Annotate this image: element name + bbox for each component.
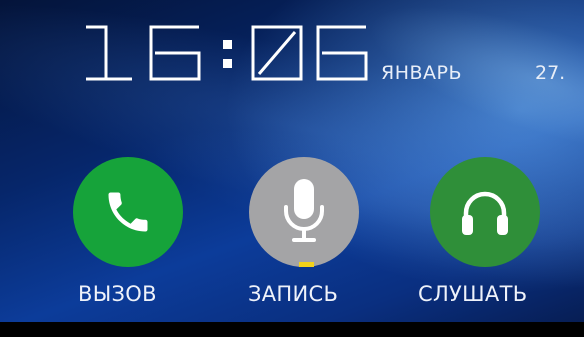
record-label: ЗАПИСЬ	[248, 282, 339, 306]
clock	[80, 22, 372, 84]
listen-button[interactable]	[430, 157, 540, 267]
intercom-screen: ЯНВАРЬ 27. ВЫЗОВ ЗАПИСЬ СЛУШАТЬ	[0, 0, 584, 337]
selection-indicator	[299, 262, 314, 267]
clock-colon	[223, 40, 232, 68]
microphone-icon	[284, 179, 324, 242]
clock-minute-tens-digit	[251, 25, 303, 81]
clock-hour-tens-digit	[86, 25, 132, 81]
clock-minute-ones-digit	[316, 25, 368, 81]
headphones-icon	[462, 191, 508, 235]
date-day: 27.	[535, 62, 566, 84]
clock-hour-ones-digit	[149, 25, 201, 81]
listen-label: СЛУШАТЬ	[418, 282, 528, 306]
phone-icon	[108, 192, 148, 232]
call-button[interactable]	[73, 157, 183, 267]
bottom-border	[0, 322, 584, 337]
call-label: ВЫЗОВ	[78, 282, 157, 306]
record-button[interactable]	[249, 157, 359, 267]
date-month: ЯНВАРЬ	[381, 62, 463, 84]
